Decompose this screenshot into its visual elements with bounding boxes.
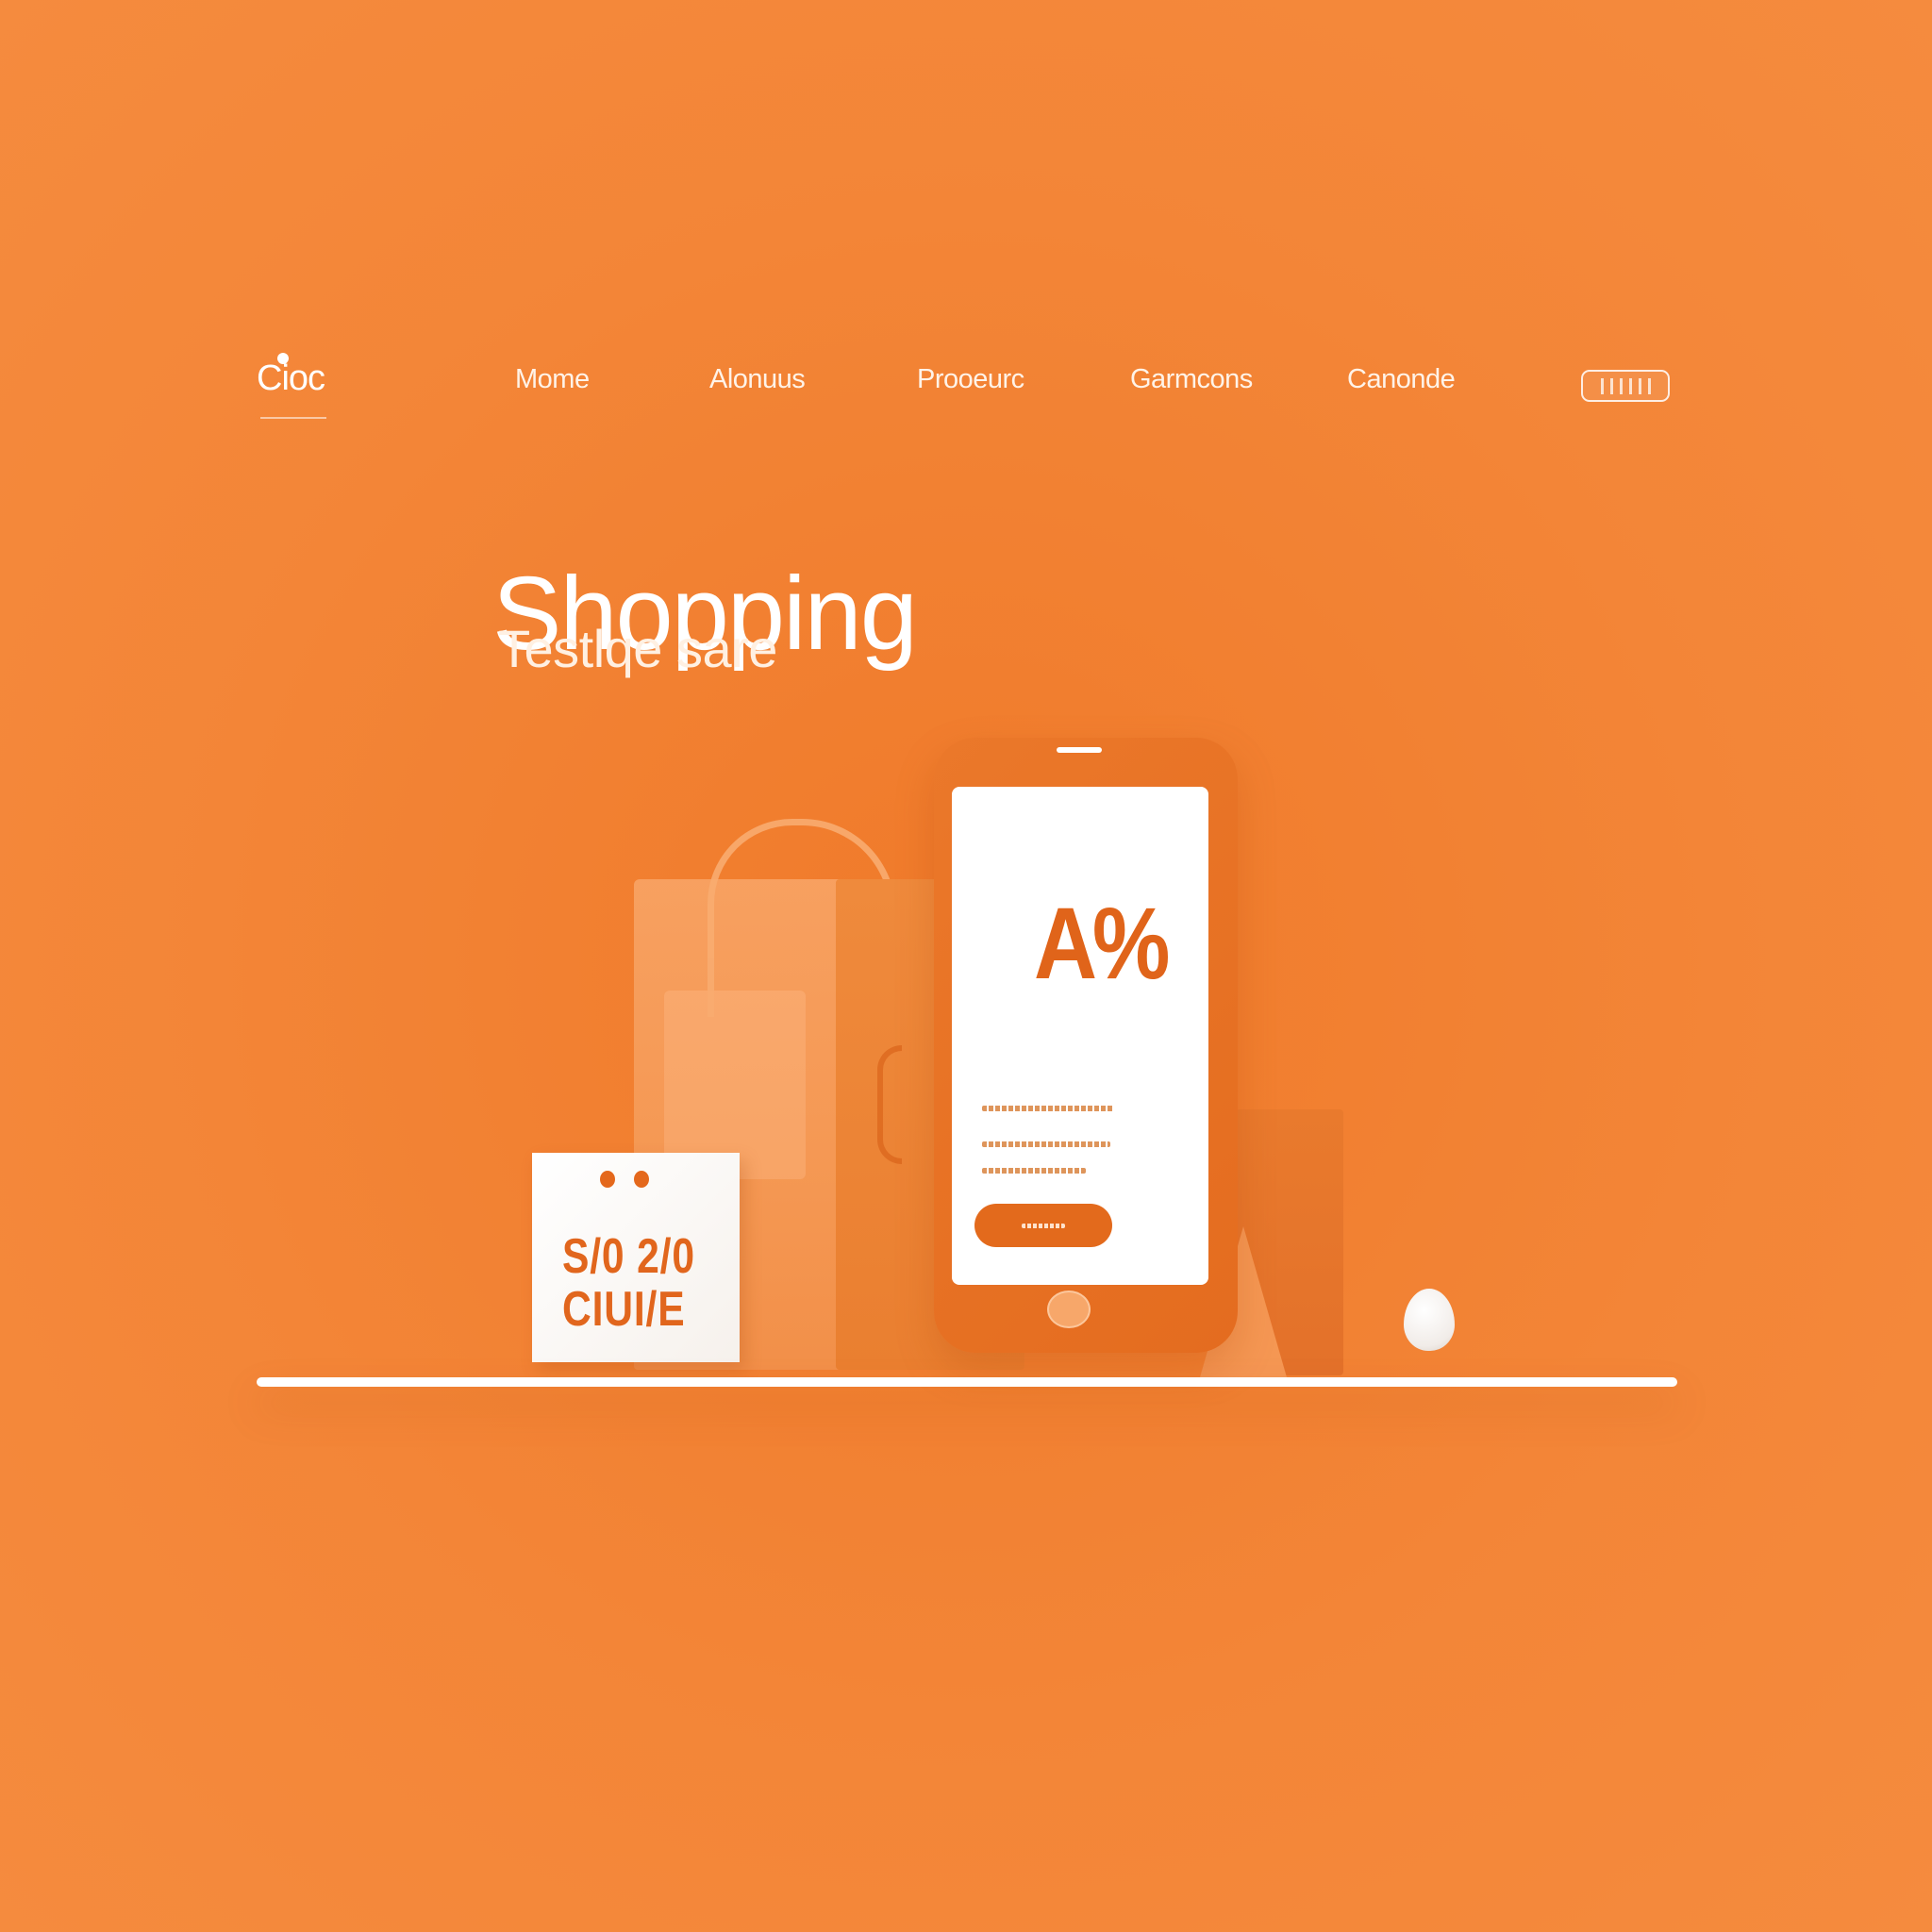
nav-cta-button[interactable]	[1581, 370, 1670, 402]
logo[interactable]: Cioc	[257, 353, 341, 399]
nav-link-about[interactable]: Alonuus	[709, 364, 806, 395]
nav-link-categories[interactable]: Garmcons	[1130, 364, 1253, 395]
nav-link-contact[interactable]: Canonde	[1347, 364, 1456, 395]
screen-text-line	[982, 1106, 1114, 1111]
nav-link-products[interactable]: Prooeurc	[917, 364, 1024, 395]
cta-bar	[1609, 377, 1613, 394]
smartphone-speaker	[1057, 747, 1102, 753]
nav-link-home[interactable]: Mome	[515, 364, 590, 395]
cta-bar	[1619, 377, 1623, 394]
shopping-bag-inner	[664, 991, 806, 1179]
discount-percent: A%	[1034, 886, 1171, 1000]
shelf	[257, 1377, 1677, 1387]
top-navigation: Cioc Mome Alonuus Prooeurc Garmcons Cano…	[0, 353, 1932, 434]
shopping-bag-loop	[877, 1045, 902, 1164]
egg-decoration	[1404, 1289, 1455, 1351]
logo-dot	[277, 353, 289, 364]
sale-tag-line-2: CIUI/E	[562, 1282, 686, 1337]
cta-bar	[1638, 377, 1641, 394]
landing-page: Cioc Mome Alonuus Prooeurc Garmcons Cano…	[0, 0, 1932, 1932]
screen-button-label	[1022, 1223, 1065, 1228]
sale-tag-line-1: S/0 2/0	[562, 1229, 695, 1284]
screen-text-line	[982, 1141, 1110, 1147]
screen-text-line	[982, 1168, 1086, 1174]
smartphone-home-button	[1047, 1291, 1091, 1328]
screen-action-button[interactable]	[974, 1204, 1112, 1247]
logo-underline	[260, 417, 326, 419]
hero-subtitle: Testlqe sare	[498, 619, 777, 678]
tag-hole	[600, 1171, 615, 1188]
cta-bar	[1647, 377, 1651, 394]
cta-bar	[1628, 377, 1632, 394]
cta-bar	[1600, 377, 1604, 394]
tag-hole	[634, 1171, 649, 1188]
logo-text: Cioc	[257, 358, 325, 398]
